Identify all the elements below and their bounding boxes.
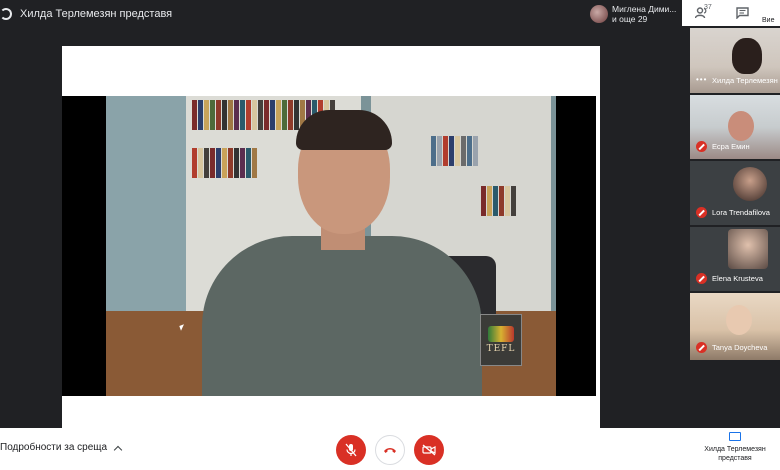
presenter-name: Хилда Терлемезян [704,446,766,453]
participant-tile[interactable]: ••• Хилда Терлемезян [690,28,780,93]
hangup-icon [384,448,396,453]
meet-screen: Хилда Терлемезян представя Миглена Дими.… [0,0,780,470]
meeting-details-label: Подробности за среща [0,442,108,453]
presenting-header: Хилда Терлемезян представя [0,0,172,28]
presented-video: TEFL [62,96,596,396]
participant-tile[interactable]: Lora Trendafilova [690,161,780,225]
more-dots-icon: ••• [696,75,708,84]
mic-off-icon [696,273,707,284]
participant-name: Lora Trendafilova [712,208,770,217]
viewer-chip[interactable]: Миглена Дими... и още 29 [590,2,682,26]
book-row [192,148,258,178]
top-toolbar: 37 Вие [682,0,780,26]
presenting-title: Хилда Терлемезян представя [20,8,173,20]
bottom-bar: Подробности за среща Хилда Терлемезян пр… [0,428,780,470]
participant-name: Elena Krusteva [712,274,763,283]
viewer-others: и още 29 [612,14,648,24]
chevron-up-icon [113,445,123,454]
participant-face [726,305,752,335]
globe-icon [488,326,514,342]
mic-off-icon [696,207,707,218]
present-now-button[interactable]: Хилда Терлемезян представя [690,432,780,463]
participant-name: Хилда Терлемезян [712,76,778,85]
chat-button[interactable] [722,0,762,26]
participant-face [732,38,762,74]
presenter-status: представя [718,455,752,462]
chat-icon [735,7,749,19]
speaker-hair [296,110,392,150]
mic-toggle-button[interactable] [336,435,366,465]
participant-name: Tanya Doycheva [712,343,768,352]
participant-tile[interactable]: Elena Krusteva [690,227,780,291]
participant-tile[interactable]: Есра Емин [690,95,780,159]
camera-toggle-button[interactable] [414,435,444,465]
participant-avatar [733,167,767,201]
speaker-body [202,236,482,396]
viewer-name: Миглена Дими... [612,4,677,14]
camera-off-icon [422,444,436,456]
mic-off-icon [696,342,707,353]
people-count: 37 [704,4,712,11]
you-label: Вие [762,16,775,24]
participant-name: Есра Емин [712,142,750,151]
wall [106,96,186,326]
mic-off-icon [696,141,707,152]
participant-tile[interactable]: Tanya Doycheva [690,293,780,360]
tefl-logo-text: TEFL [486,344,516,354]
book-row [481,186,517,216]
viewer-text: Миглена Дими... и още 29 [612,4,676,24]
people-button[interactable]: 37 [682,0,722,26]
meeting-details-button[interactable]: Подробности за среща [0,442,123,454]
present-icon [0,8,12,20]
book-row [431,136,479,166]
leave-call-button[interactable] [375,435,405,465]
viewer-avatar [590,5,608,23]
mic-off-icon [345,443,357,457]
present-screen-icon [729,432,741,441]
tefl-logo: TEFL [480,314,522,366]
participant-avatar [728,229,768,269]
participant-face [728,111,754,141]
